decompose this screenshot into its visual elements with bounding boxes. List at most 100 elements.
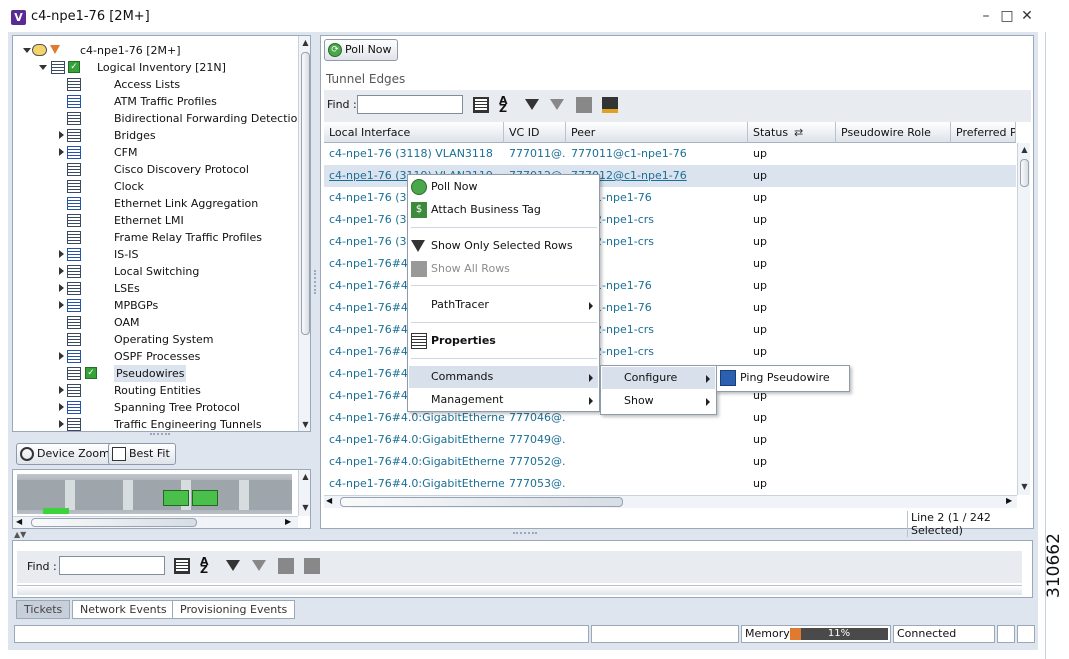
tree-item[interactable]: OSPF Processes [13,348,293,365]
column-header-peer[interactable]: Peer [566,122,748,143]
tree-logical-inventory[interactable]: ✓ Logical Inventory [21N] [13,59,293,76]
tree-item[interactable]: Access Lists [13,76,293,93]
filter-icon[interactable] [226,560,240,571]
device-hscroll-thumb[interactable] [31,518,197,527]
tree-scrollbar[interactable]: ▲ ▼ [298,36,310,431]
column-header-vc-id[interactable]: VC ID [504,122,566,143]
tree-item[interactable]: Cisco Discovery Protocol [13,161,293,178]
column-header-pseudowire-role[interactable]: Pseudowire Role [836,122,951,143]
menu-item-commands[interactable]: Commands [409,366,598,388]
table-row[interactable]: c4-npe1-76#4.0:GigabitEthernet... 777049@… [324,429,1016,451]
column-header-status[interactable]: Status ⇄ [748,122,836,143]
advanced-filter-icon[interactable] [252,560,266,571]
expand-icon[interactable] [59,301,64,309]
tree-scroll-thumb[interactable] [301,52,310,335]
tree-item[interactable]: OAM [13,314,293,331]
expand-icon[interactable] [59,352,64,360]
filter-toggle-icon[interactable] [304,558,320,574]
vertical-splitter[interactable] [314,270,318,294]
menu-item-configure[interactable]: Configure [602,367,715,389]
expand-icon[interactable] [59,386,64,394]
table-row[interactable]: c4-npe1-76#4.0:GigabitEthernet... 777053@… [324,473,1016,495]
splitter-handle[interactable] [150,433,170,437]
close-button[interactable]: ✕ [1019,8,1035,24]
advanced-filter-icon[interactable] [550,99,564,110]
table-icon[interactable] [174,558,190,574]
tree-item-label: Cisco Discovery Protocol [114,163,249,176]
poll-now-button[interactable]: ⟳ Poll Now [324,39,398,61]
tab-network-events[interactable]: Network Events [72,600,175,619]
expand-icon[interactable] [59,250,64,258]
tree-item[interactable]: Routing Entities [13,382,293,399]
table-vscrollbar[interactable]: ▲ ▼ [1017,143,1030,495]
best-fit-button[interactable]: Best Fit [108,443,176,465]
menu-item-properties[interactable]: Properties [409,330,598,352]
tree-item[interactable]: Spanning Tree Protocol [13,399,293,416]
column-header-preferred-path[interactable]: Preferred Pa [951,122,1016,143]
device-hscrollbar[interactable]: ◀ ▶ [13,516,298,528]
tree-item[interactable]: ✓ Pseudowires [13,365,293,382]
scroll-up-icon[interactable]: ▲ [299,38,310,48]
table-hscrollbar[interactable]: ◀ ▶ [324,495,1017,508]
filter-icon[interactable] [525,99,539,110]
tab-provisioning-events[interactable]: Provisioning Events [172,600,296,619]
device-zoom-button[interactable]: Device Zoom [16,443,116,465]
menu-item-attach-business-tag[interactable]: $ Attach Business Tag [409,199,598,221]
collapse-icon[interactable] [23,48,31,53]
collapse-arrows-icon[interactable]: ▲▼ [14,530,26,539]
tree-item[interactable]: LSEs [13,280,293,297]
collapse-icon[interactable] [39,65,47,70]
tree-item[interactable]: Clock [13,178,293,195]
column-header-local-interface[interactable]: Local Interface [324,122,504,143]
clear-filter-icon[interactable] [278,558,294,574]
tree-item[interactable]: Traffic Engineering Tunnels [13,416,293,431]
expand-icon[interactable] [59,131,64,139]
device-vscrollbar[interactable]: ▲ ▼ [298,470,310,516]
scroll-up-icon[interactable]: ▲ [1018,145,1031,155]
scroll-left-icon[interactable]: ◀ [326,496,332,505]
horizontal-splitter[interactable] [513,532,537,536]
menu-item-poll-now[interactable]: Poll Now [409,176,598,198]
menu-item-pathtracer[interactable]: PathTracer [409,294,598,316]
tree-item[interactable]: Bridges [13,127,293,144]
expand-icon[interactable] [59,284,64,292]
cell-local-interface-text: c4-npe1-76#4.0:GigabitEthernet... [329,477,504,490]
sort-az-icon[interactable]: AZ [200,556,216,575]
menu-item-show[interactable]: Show [602,390,715,412]
expand-icon[interactable] [59,267,64,275]
expand-icon[interactable] [59,148,64,156]
table-vscroll-thumb[interactable] [1020,159,1029,187]
filter-toggle-icon[interactable] [602,97,618,113]
tree-root-node[interactable]: c4-npe1-76 [2M+] [13,42,293,59]
menu-item-show-selected-rows[interactable]: Show Only Selected Rows [409,235,598,257]
scroll-down-icon[interactable]: ▼ [299,420,310,430]
tree-item[interactable]: IS-IS [13,246,293,263]
tree-item[interactable]: Operating System [13,331,293,348]
tab-tickets[interactable]: Tickets [16,600,71,619]
table-row[interactable]: c4-npe1-76#4.0:GigabitEthernet... 777052@… [324,451,1016,473]
maximize-button[interactable]: □ [999,8,1015,24]
tree-item[interactable]: Frame Relay Traffic Profiles [13,229,293,246]
sort-refresh-icon[interactable]: ⇄ [794,122,803,143]
table-icon[interactable] [473,97,489,113]
menu-item-management[interactable]: Management [409,389,598,411]
table-row[interactable]: c4-npe1-76 (3118) VLAN3118 777011@... 7770… [324,143,1016,165]
minimize-button[interactable]: – [978,8,994,24]
table-hscroll-thumb[interactable] [340,497,623,507]
tree-item[interactable]: Ethernet Link Aggregation [13,195,293,212]
tree-item[interactable]: MPBGPs [13,297,293,314]
tree-item[interactable]: Bidirectional Forwarding Detection [13,110,304,127]
clear-filter-icon[interactable] [576,97,592,113]
tree-item[interactable]: Ethernet LMI [13,212,293,229]
tree-item[interactable]: CFM [13,144,293,161]
expand-icon[interactable] [59,420,64,428]
expand-icon[interactable] [59,403,64,411]
menu-item-ping-pseudowire[interactable]: Ping Pseudowire [718,367,848,389]
scroll-right-icon[interactable]: ▶ [1006,496,1012,505]
tree-item[interactable]: ATM Traffic Profiles [13,93,293,110]
events-find-input[interactable] [59,556,165,575]
tree-item[interactable]: Local Switching [13,263,293,280]
sort-az-icon[interactable]: AZ [499,95,515,114]
find-input[interactable] [357,95,463,114]
scroll-down-icon[interactable]: ▼ [1018,482,1031,492]
